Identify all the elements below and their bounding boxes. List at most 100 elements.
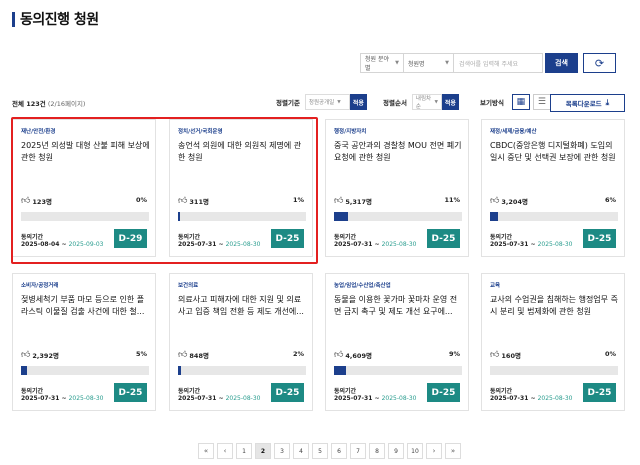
period-dates: 2025-07-31 ~ 2025-08-30	[334, 241, 416, 248]
vote-count: 👍︎ 4,609명	[334, 350, 372, 360]
vote-percent: 1%	[292, 196, 304, 204]
petition-card[interactable]: 재난/안전/환경 2025년 의성발 대형 산불 피해 보상에 관한 청원 👍︎…	[12, 119, 156, 257]
period-end: 2025-08-30	[68, 395, 104, 402]
page-number-button[interactable]: 4	[293, 443, 309, 459]
vote-percent: 11%	[444, 196, 460, 204]
period-label: 동의기간	[21, 388, 44, 395]
period-dates: 2025-08-04 ~ 2025-09-03	[21, 241, 103, 248]
field-select[interactable]: 청원명 ▼	[404, 53, 454, 73]
petition-card[interactable]: 정치/선거/국회운영 송언석 의원에 대한 의원직 제명에 관한 청원 👍︎ 31…	[169, 119, 313, 257]
field-select-label: 청원명	[408, 60, 425, 68]
period-dates: 2025-07-31 ~ 2025-08-30	[490, 241, 572, 248]
sort-select[interactable]: 청원공개일 ▼	[304, 94, 350, 110]
view-mode: 보기방식 ▦ ☰	[480, 94, 551, 110]
page-number-button[interactable]: 1	[236, 443, 252, 459]
vote-percent: 2%	[292, 350, 304, 358]
search-button[interactable]: 검색	[545, 53, 578, 73]
vote-count: 👍︎ 3,204명	[490, 196, 528, 206]
total-count: 전체 123건	[12, 100, 46, 108]
list-icon: ☰	[537, 97, 546, 107]
page-number-button[interactable]: 10	[407, 443, 423, 459]
petition-title[interactable]: 송언석 의원에 대한 의원직 제명에 관한 청원	[178, 140, 308, 164]
page-number-button[interactable]: 7	[350, 443, 366, 459]
progress-bar	[490, 366, 618, 375]
petition-category: 소비자/공정거래	[21, 283, 59, 289]
period-label: 동의기간	[334, 234, 357, 241]
page-count: (2/16페이지)	[47, 100, 86, 108]
period-dates: 2025-07-31 ~ 2025-08-30	[178, 395, 260, 402]
page-number-button[interactable]: 3	[274, 443, 290, 459]
chevron-down-icon: ▼	[337, 99, 341, 105]
list-view-button[interactable]: ☰	[532, 94, 551, 110]
petition-category: 행정/지방자치	[334, 129, 367, 135]
search-bar: 청원 분야별 ▼ 청원명 ▼ 검색어를 입력해 주세요 검색 ⟳	[360, 53, 616, 73]
petition-title[interactable]: 동물을 이용한 꽃가마 꽃마차 운영 전면 금지 촉구 및 제도 개선 요구에.…	[334, 294, 464, 318]
period-start: 2025-07-31 ~	[21, 395, 67, 402]
dday-badge: D-25	[583, 229, 616, 248]
petition-category: 보건의료	[178, 283, 199, 289]
first-page-button[interactable]: «	[198, 443, 214, 459]
search-input[interactable]: 검색어를 입력해 주세요	[454, 53, 543, 73]
period-label: 동의기간	[178, 234, 201, 241]
petition-title[interactable]: CBDC(중앙은행 디지털화폐) 도입의 일시 중단 및 선택권 보장에 관한 …	[490, 140, 620, 164]
download-label: 목록다운로드	[565, 100, 602, 108]
page-number-button[interactable]: 6	[331, 443, 347, 459]
petition-title[interactable]: 의료사고 피해자에 대한 지원 및 의료사고 입증 책임 전환 등 제도 개선에…	[178, 294, 308, 318]
period-end: 2025-08-30	[381, 241, 417, 248]
petition-card[interactable]: 재정/세제/금융/예산 CBDC(중앙은행 디지털화폐) 도입의 일시 중단 및…	[481, 119, 625, 257]
dday-badge: D-25	[114, 383, 147, 402]
sort-select-value: 청원공개일	[308, 100, 335, 106]
page-number-button[interactable]: 2	[255, 443, 271, 459]
order-apply-button[interactable]: 적용	[441, 94, 459, 110]
page-number-button[interactable]: 8	[369, 443, 385, 459]
petition-card[interactable]: 보건의료 의료사고 피해자에 대한 지원 및 의료사고 입증 책임 전환 등 제…	[169, 273, 313, 411]
petition-card[interactable]: 교육 교사의 수업권을 침해하는 행정업무 즉시 분리 및 법제화에 관한 청원…	[481, 273, 625, 411]
period-dates: 2025-07-31 ~ 2025-08-30	[21, 395, 103, 402]
progress-bar	[178, 366, 306, 375]
sort-apply-button[interactable]: 적용	[349, 94, 367, 110]
next-page-button[interactable]: ›	[426, 443, 442, 459]
petition-category: 재정/세제/금융/예산	[490, 129, 537, 135]
thumbs-up-icon: 👍︎	[334, 350, 344, 360]
petition-title[interactable]: 2025년 의성발 대형 산불 피해 보상에 관한 청원	[21, 140, 151, 164]
title-accent-bar	[12, 11, 15, 27]
last-page-button[interactable]: »	[445, 443, 461, 459]
sort-criteria: 정렬기준 청원공개일 ▼ 적용	[276, 94, 367, 110]
period-start: 2025-07-31 ~	[178, 395, 224, 402]
progress-bar	[21, 212, 149, 221]
order-select[interactable]: 내림차순 ▼	[411, 94, 442, 110]
download-list-button[interactable]: 목록다운로드 ⤓	[550, 94, 625, 112]
progress-fill	[334, 212, 349, 221]
pagination: « ‹ 1 2 3 4 5 6 7 8 9 10 › »	[198, 443, 464, 459]
period-end: 2025-08-30	[225, 395, 261, 402]
petition-category: 교육	[490, 283, 501, 289]
period-label: 동의기간	[490, 388, 513, 395]
progress-bar	[334, 366, 462, 375]
vote-count: 👍︎ 848명	[178, 350, 209, 360]
thumbs-up-icon: 👍︎	[490, 196, 500, 206]
refresh-button[interactable]: ⟳	[583, 53, 616, 73]
dday-badge: D-25	[427, 383, 460, 402]
page-number-button[interactable]: 5	[312, 443, 328, 459]
petition-card[interactable]: 농업/임업/수산업/축산업 동물을 이용한 꽃가마 꽃마차 운영 전면 금지 촉…	[325, 273, 469, 411]
category-select[interactable]: 청원 분야별 ▼	[360, 53, 404, 73]
progress-bar	[178, 212, 306, 221]
category-select-label: 청원 분야별	[365, 56, 389, 72]
vote-count-value: 5,317명	[345, 198, 372, 206]
grid-view-button[interactable]: ▦	[511, 94, 530, 110]
vote-count-value: 160명	[501, 352, 521, 360]
period-label: 동의기간	[490, 234, 513, 241]
period-start: 2025-08-04 ~	[21, 241, 67, 248]
petition-title[interactable]: 중국 공안과의 경찰청 MOU 전면 폐기 요청에 관한 청원	[334, 140, 464, 164]
vote-percent: 0%	[135, 196, 147, 204]
petition-title[interactable]: 교사의 수업권을 침해하는 행정업무 즉시 분리 및 법제화에 관한 청원	[490, 294, 620, 318]
progress-fill	[178, 212, 180, 221]
petition-title[interactable]: 젖병세척기 부품 마모 등으로 인한 플라스틱 이물질 검출 사건에 대한 철.…	[21, 294, 151, 318]
progress-bar	[334, 212, 462, 221]
petition-card[interactable]: 소비자/공정거래 젖병세척기 부품 마모 등으로 인한 플라스틱 이물질 검출 …	[12, 273, 156, 411]
vote-count: 👍︎ 5,317명	[334, 196, 372, 206]
chevron-down-icon: ▼	[434, 99, 438, 105]
prev-page-button[interactable]: ‹	[217, 443, 233, 459]
petition-card[interactable]: 행정/지방자치 중국 공안과의 경찰청 MOU 전면 폐기 요청에 관한 청원 …	[325, 119, 469, 257]
page-number-button[interactable]: 9	[388, 443, 404, 459]
